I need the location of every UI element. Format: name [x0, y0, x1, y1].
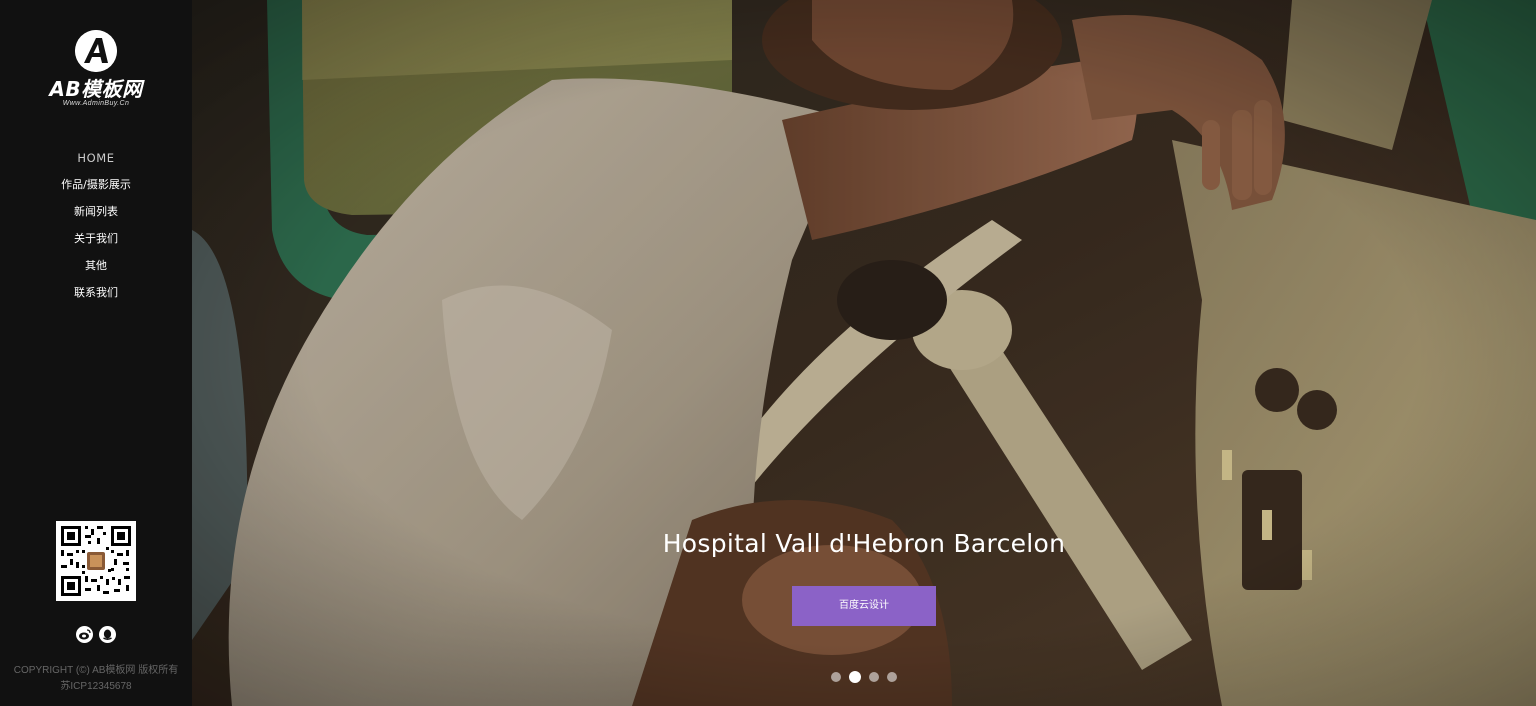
- logo-mark-icon: [75, 30, 117, 72]
- copyright: COPYRIGHT (©) AB模板网 版权所有 苏ICP12345678: [0, 663, 192, 695]
- slider-dot-1[interactable]: [831, 672, 841, 682]
- slider-dot-2[interactable]: [849, 671, 861, 683]
- qq-icon[interactable]: [99, 626, 117, 644]
- slider-pagination: [192, 669, 1536, 687]
- nav-item-other[interactable]: 其他: [0, 256, 192, 283]
- weibo-icon[interactable]: [75, 626, 93, 644]
- icp-text: 苏ICP12345678: [60, 681, 132, 692]
- qr-code: [56, 521, 136, 601]
- logo-text: AB模板网: [49, 77, 143, 101]
- social-links: [0, 626, 192, 644]
- hero-slider[interactable]: Hospital Vall d'Hebron Barcelon 百度云设计: [192, 0, 1536, 706]
- sidebar: AB模板网 Www.AdminBuy.Cn HOME 作品/摄影展示 新闻列表 …: [0, 0, 192, 706]
- nav-item-contact[interactable]: 联系我们: [0, 283, 192, 310]
- nav-item-news[interactable]: 新闻列表: [0, 202, 192, 229]
- slide-cta-button[interactable]: 百度云设计: [792, 586, 936, 626]
- main-nav: HOME 作品/摄影展示 新闻列表 关于我们 其他 联系我们: [0, 148, 192, 310]
- nav-item-portfolio[interactable]: 作品/摄影展示: [0, 175, 192, 202]
- slide-caption: Hospital Vall d'Hebron Barcelon: [662, 529, 1066, 558]
- copyright-text: COPYRIGHT (©) AB模板网 版权所有: [13, 665, 179, 676]
- logo-url: Www.AdminBuy.Cn: [62, 100, 130, 107]
- slider-dot-3[interactable]: [869, 672, 879, 682]
- nav-item-about[interactable]: 关于我们: [0, 229, 192, 256]
- slider-dot-4[interactable]: [887, 672, 897, 682]
- logo[interactable]: AB模板网 Www.AdminBuy.Cn: [0, 30, 192, 107]
- nav-item-home[interactable]: HOME: [0, 148, 192, 175]
